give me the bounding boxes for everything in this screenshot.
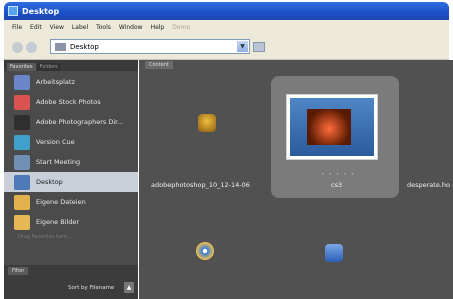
forward-button[interactable] [26, 42, 37, 53]
favorite-adobe-stock-photos[interactable]: Adobe Stock Photos [4, 92, 138, 112]
sort-label[interactable]: Sort by Filename [68, 285, 114, 291]
favorite-label: Adobe Photographers Dir... [36, 118, 124, 126]
favorite-label: Adobe Stock Photos [36, 98, 101, 106]
meeting-icon [14, 154, 30, 170]
favorite-arbeitsplatz[interactable]: Arbeitsplatz [4, 72, 138, 92]
desktop-icon [14, 174, 30, 190]
file-label[interactable]: desperate.ho [407, 181, 450, 189]
go-up-icon[interactable] [253, 42, 265, 52]
folder-icon [14, 194, 30, 210]
favorite-version-cue[interactable]: Version Cue [4, 132, 138, 152]
menu-bar: File Edit View Label Tools Window Help D… [4, 20, 449, 34]
menu-window[interactable]: Window [119, 24, 143, 31]
menu-view[interactable]: View [50, 24, 64, 31]
content-panel: Content adobephotoshop_10_12-14-06 • • •… [139, 60, 453, 299]
tab-content[interactable]: Content [145, 61, 173, 69]
thumbnail-image [307, 109, 351, 145]
menu-help[interactable]: Help [151, 24, 165, 31]
menu-demo: Demo [172, 23, 191, 31]
favorite-start-meeting[interactable]: Start Meeting [4, 152, 138, 172]
cd-icon[interactable] [196, 242, 214, 260]
favorite-eigene-bilder[interactable]: Eigene Bilder [4, 212, 138, 232]
file-label[interactable]: adobephotoshop_10_12-14-06 [151, 181, 250, 189]
app-icon [8, 6, 18, 16]
title-bar: Desktop [4, 2, 449, 20]
document-icon[interactable] [325, 244, 343, 262]
favorite-desktop[interactable]: Desktop [4, 172, 138, 192]
favorite-label: Eigene Dateien [36, 198, 86, 206]
path-text: Desktop [70, 42, 99, 51]
tab-folders[interactable]: Folders [36, 63, 61, 71]
path-dropdown[interactable]: Desktop ▼ [50, 39, 250, 54]
favorite-label: Version Cue [36, 138, 75, 146]
favorite-label: Eigene Bilder [36, 218, 80, 226]
file-label[interactable]: cs3 [331, 181, 342, 189]
version-cue-icon [14, 134, 30, 150]
chevron-down-icon[interactable]: ▼ [237, 41, 248, 52]
favorite-eigene-dateien[interactable]: Eigene Dateien [4, 192, 138, 212]
image-thumbnail[interactable] [286, 94, 378, 160]
favorite-label: Arbeitsplatz [36, 78, 75, 86]
panel-tabs: Favorites Folders [4, 60, 138, 71]
computer-icon [14, 74, 30, 90]
favorite-adobe-photographers-dir[interactable]: Adobe Photographers Dir... [4, 112, 138, 132]
stock-photos-icon [14, 94, 30, 110]
photographer-icon [14, 114, 30, 130]
menu-label[interactable]: Label [72, 24, 88, 31]
menu-tools[interactable]: Tools [96, 24, 111, 31]
rating-dots[interactable]: • • • • • [321, 171, 355, 178]
tab-favorites[interactable]: Favorites [7, 63, 36, 71]
tab-filter[interactable]: Filter [8, 267, 29, 275]
back-button[interactable] [12, 42, 23, 53]
toolbar: Desktop ▼ [4, 34, 449, 60]
favorites-list: Arbeitsplatz Adobe Stock Photos Adobe Ph… [4, 72, 138, 240]
favorite-label: Desktop [36, 178, 63, 186]
drag-favorites-hint: Drag Favorites here... [18, 234, 72, 240]
menu-edit[interactable]: Edit [30, 24, 42, 31]
folder-icon [55, 42, 66, 51]
favorite-label: Start Meeting [36, 158, 81, 166]
favorites-panel: Favorites Folders Arbeitsplatz Adobe Sto… [4, 60, 138, 299]
sort-direction-icon[interactable]: ▲ [124, 282, 134, 293]
installer-icon[interactable] [198, 114, 216, 132]
filter-panel: Filter Sort by Filename ▲ [4, 265, 138, 299]
window-title: Desktop [22, 6, 60, 16]
menu-file[interactable]: File [12, 24, 22, 31]
pictures-folder-icon [14, 214, 30, 230]
